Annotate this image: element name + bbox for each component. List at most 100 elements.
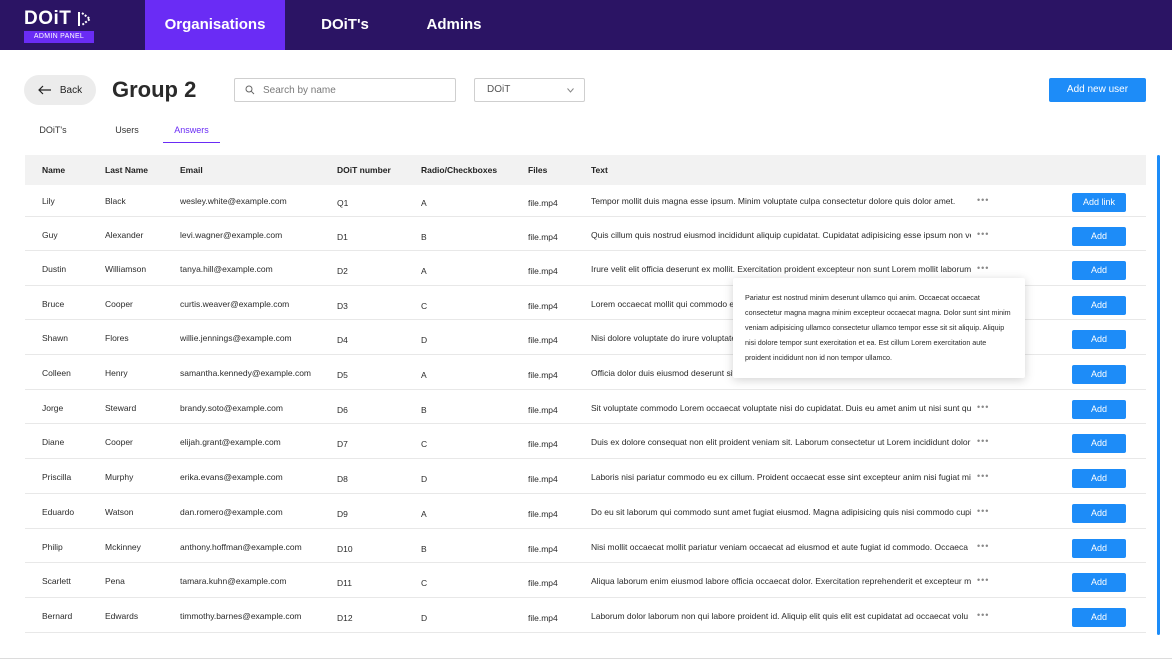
cell-doit-number: D5 <box>337 370 348 380</box>
cell-name: Guy <box>42 230 58 240</box>
cell-file[interactable]: file.mp4 <box>528 474 558 484</box>
table-row: Philip Mckinney anthony.hoffman@example.co… <box>25 530 1146 563</box>
cell-doit-number: D12 <box>337 613 353 623</box>
cell-doit-number: D10 <box>337 544 353 554</box>
cell-file[interactable]: file.mp4 <box>528 370 558 380</box>
back-label: Back <box>59 84 83 96</box>
cell-name: Priscilla <box>42 472 72 482</box>
cell-name: Bernard <box>42 611 73 621</box>
cell-email: dan.romero@example.com <box>180 507 283 517</box>
cell-doit-number: D7 <box>337 439 348 449</box>
add-button[interactable]: Add <box>1072 573 1126 592</box>
cell-name: Jorge <box>42 403 64 413</box>
cell-radio: A <box>421 370 427 380</box>
cell-radio: A <box>421 266 427 276</box>
search-box[interactable] <box>234 78 456 102</box>
logo[interactable]: DOiT ADMIN PANEL <box>24 8 94 44</box>
page-title: Group 2 <box>112 77 197 102</box>
add-button[interactable]: Add <box>1072 434 1126 453</box>
cell-last-name: Flores <box>105 333 129 343</box>
add-button[interactable]: Add <box>1072 296 1126 315</box>
cell-doit-number: D4 <box>337 335 348 345</box>
text-popover: Pariatur est nostrud minim deserunt ulla… <box>733 278 1025 378</box>
more-horizontal-icon[interactable]: ••• <box>977 610 989 620</box>
cell-text: Sit voluptate commodo Lorem occaecat vol… <box>591 403 971 413</box>
add-button[interactable]: Add <box>1072 400 1126 419</box>
add-button[interactable]: Add <box>1072 504 1126 523</box>
more-horizontal-icon[interactable]: ••• <box>977 436 989 446</box>
cell-text: Nisi mollit occaecat mollit pariatur ven… <box>591 542 969 552</box>
table-row: Eduardo Watson dan.romero@example.com D9 Afi… <box>25 495 1146 529</box>
more-horizontal-icon[interactable]: ••• <box>977 229 989 239</box>
cell-file[interactable]: file.mp4 <box>528 335 558 345</box>
select-value: DOiT <box>487 84 511 95</box>
more-horizontal-icon[interactable]: ••• <box>977 506 989 516</box>
column-header-doit-number: DOiT number <box>337 165 391 175</box>
add-button[interactable]: Add <box>1072 227 1126 246</box>
cell-radio: A <box>421 198 427 208</box>
scrollbar[interactable] <box>1157 155 1160 635</box>
cell-email: tanya.hill@example.com <box>180 264 273 274</box>
organisation-select[interactable]: DOiT <box>474 78 585 102</box>
table-row: Bernard Edwards timmothy.barnes@example.co… <box>25 599 1146 633</box>
cell-file[interactable]: file.mp4 <box>528 613 558 623</box>
more-horizontal-icon[interactable]: ••• <box>977 471 989 481</box>
cell-name: Shawn <box>42 333 68 343</box>
cell-last-name: Williamson <box>105 264 147 274</box>
cell-file[interactable]: file.mp4 <box>528 301 558 311</box>
add-new-user-button[interactable]: Add new user <box>1049 78 1146 102</box>
cell-doit-number: D2 <box>337 266 348 276</box>
cell-email: curtis.weaver@example.com <box>180 299 290 309</box>
cell-email: willie.jennings@example.com <box>180 333 292 343</box>
cell-text: Laboris nisi pariatur commodo eu ex cill… <box>591 472 971 482</box>
cell-radio: D <box>421 613 428 623</box>
nav-tab-organisations[interactable]: Organisations <box>145 0 285 50</box>
nav-tab-doits[interactable]: DOiT's <box>305 0 385 50</box>
add-button[interactable]: Add <box>1072 365 1126 384</box>
cell-file[interactable]: file.mp4 <box>528 198 558 208</box>
add-button[interactable]: Add <box>1072 330 1126 349</box>
top-navigation: DOiT ADMIN PANEL Organisations DOiT's Ad… <box>0 0 1172 50</box>
cell-email: anthony.hoffman@example.com <box>180 542 302 552</box>
cell-file[interactable]: file.mp4 <box>528 578 558 588</box>
cell-radio: C <box>421 301 428 311</box>
cell-file[interactable]: file.mp4 <box>528 509 558 519</box>
cell-radio: A <box>421 509 427 519</box>
subtab-answers[interactable]: Answers <box>163 118 220 143</box>
search-input[interactable] <box>263 84 443 96</box>
cell-text: Quis cillum quis nostrud eiusmod incidid… <box>591 230 971 240</box>
cell-file[interactable]: file.mp4 <box>528 405 558 415</box>
add-button[interactable]: Add <box>1072 261 1126 280</box>
back-button[interactable]: Back <box>24 75 96 105</box>
more-horizontal-icon[interactable]: ••• <box>977 402 989 412</box>
cell-file[interactable]: file.mp4 <box>528 544 558 554</box>
subtab-users[interactable]: Users <box>106 118 148 143</box>
add-button[interactable]: Add <box>1072 539 1126 558</box>
cell-file[interactable]: file.mp4 <box>528 266 558 276</box>
table-row: Priscilla Murphy erika.evans@example.com D8… <box>25 460 1146 494</box>
cell-radio: B <box>421 544 427 554</box>
cell-file[interactable]: file.mp4 <box>528 232 558 242</box>
chevron-down-icon <box>567 88 574 93</box>
cell-doit-number: D8 <box>337 474 348 484</box>
add-button[interactable]: Add <box>1072 608 1126 627</box>
cell-last-name: Cooper <box>105 437 133 447</box>
more-horizontal-icon[interactable]: ••• <box>977 263 989 273</box>
cell-name: Dustin <box>42 264 67 274</box>
subtab-doits[interactable]: DOiT's <box>30 118 76 143</box>
more-horizontal-icon[interactable]: ••• <box>977 575 989 585</box>
column-header-radio: Radio/Checkboxes <box>421 165 498 175</box>
more-horizontal-icon[interactable]: ••• <box>977 195 989 205</box>
cell-radio: D <box>421 474 428 484</box>
cell-name: Lily <box>42 196 55 206</box>
cell-last-name: Steward <box>105 403 137 413</box>
cell-doit-number: D9 <box>337 509 348 519</box>
cell-radio: C <box>421 439 428 449</box>
cell-radio: C <box>421 578 428 588</box>
cell-file[interactable]: file.mp4 <box>528 439 558 449</box>
cell-name: Diane <box>42 437 65 447</box>
more-horizontal-icon[interactable]: ••• <box>977 541 989 551</box>
add-link-button[interactable]: Add link <box>1072 193 1126 212</box>
add-button[interactable]: Add <box>1072 469 1126 488</box>
nav-tab-admins[interactable]: Admins <box>418 0 490 50</box>
